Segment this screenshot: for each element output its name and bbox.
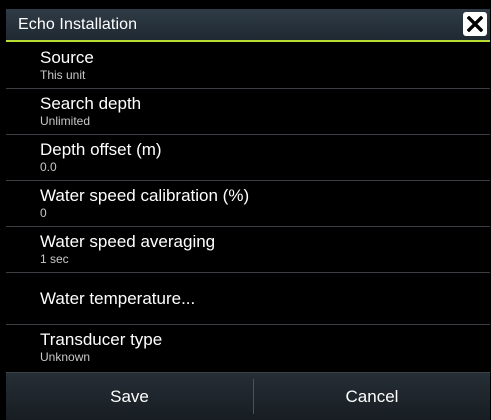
close-icon [467,16,483,32]
setting-label: Water speed calibration (%) [40,186,250,205]
setting-value: This unit [40,68,86,82]
setting-label: Source [40,48,94,67]
setting-row-depth-offset[interactable]: Depth offset (m) 0.0 [6,135,490,181]
cancel-button[interactable]: Cancel [254,373,490,420]
dialog-footer: Save Cancel [6,372,490,420]
setting-row-water-speed-averaging[interactable]: Water speed averaging 1 sec [6,227,490,273]
setting-label: Transducer type [40,330,163,349]
setting-value: 0 [40,206,47,220]
setting-label: Water speed averaging [40,232,216,251]
setting-value: 1 sec [40,252,69,266]
setting-row-source[interactable]: Source This unit [6,43,490,89]
echo-installation-dialog: Echo Installation Source This unit Searc… [0,0,491,420]
setting-row-water-temperature[interactable]: Water temperature... [6,273,490,325]
save-button[interactable]: Save [6,373,253,420]
close-button[interactable] [463,12,487,36]
setting-row-water-speed-calibration[interactable]: Water speed calibration (%) 0 [6,181,490,227]
setting-row-transducer-type[interactable]: Transducer type Unknown [6,325,490,372]
setting-label: Search depth [40,94,142,113]
setting-value: Unknown [40,350,91,364]
dialog-title: Echo Installation [18,16,138,33]
dialog-titlebar: Echo Installation [6,9,490,42]
setting-label: Depth offset (m) [40,140,162,159]
setting-row-search-depth[interactable]: Search depth Unlimited [6,89,490,135]
setting-value: 0.0 [40,160,57,174]
setting-value: Unlimited [40,114,91,128]
setting-label: Water temperature... [40,289,196,308]
